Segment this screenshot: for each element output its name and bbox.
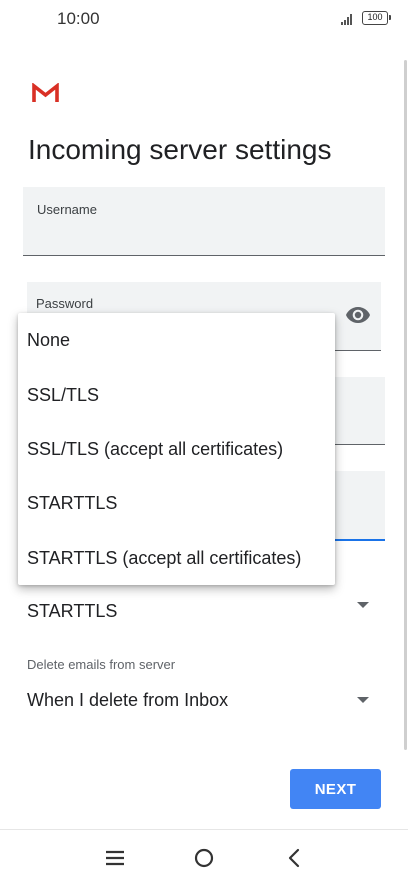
status-time: 10:00	[57, 9, 100, 28]
security-type-value: STARTTLS	[27, 601, 118, 621]
home-icon[interactable]	[189, 844, 219, 872]
username-field[interactable]: Username	[23, 187, 385, 256]
eye-icon[interactable]	[345, 306, 371, 324]
next-button[interactable]: NEXT	[290, 769, 381, 809]
username-label: Username	[37, 202, 97, 217]
delete-emails-label: Delete emails from server	[27, 657, 176, 672]
signal-icon	[341, 13, 355, 25]
back-icon[interactable]	[280, 844, 310, 872]
security-type-dropdown: None SSL/TLS SSL/TLS (accept all certifi…	[18, 313, 335, 585]
status-bar: 10:00 100	[0, 0, 408, 40]
password-label: Password	[36, 296, 94, 311]
dropdown-option-starttls-accept-all[interactable]: STARTTLS (accept all certificates)	[18, 531, 335, 585]
page-title: Incoming server settings	[28, 134, 332, 165]
dropdown-option-ssl-tls[interactable]: SSL/TLS	[18, 368, 335, 422]
gmail-logo-icon	[32, 83, 59, 102]
delete-emails-value: When I delete from Inbox	[27, 690, 229, 710]
dropdown-arrow-icon	[357, 602, 369, 608]
dropdown-option-none[interactable]: None	[18, 313, 335, 367]
menu-icon[interactable]	[100, 844, 130, 872]
navigation-bar	[0, 829, 408, 884]
battery-icon: 100	[362, 11, 391, 25]
delete-emails-select[interactable]: When I delete from Inbox	[27, 686, 381, 716]
scrollbar[interactable]	[404, 60, 407, 750]
dropdown-option-starttls[interactable]: STARTTLS	[18, 476, 335, 530]
dropdown-option-ssl-tls-accept-all[interactable]: SSL/TLS (accept all certificates)	[18, 422, 335, 476]
dropdown-arrow-icon	[357, 697, 369, 703]
security-type-select[interactable]: STARTTLS	[27, 590, 381, 630]
